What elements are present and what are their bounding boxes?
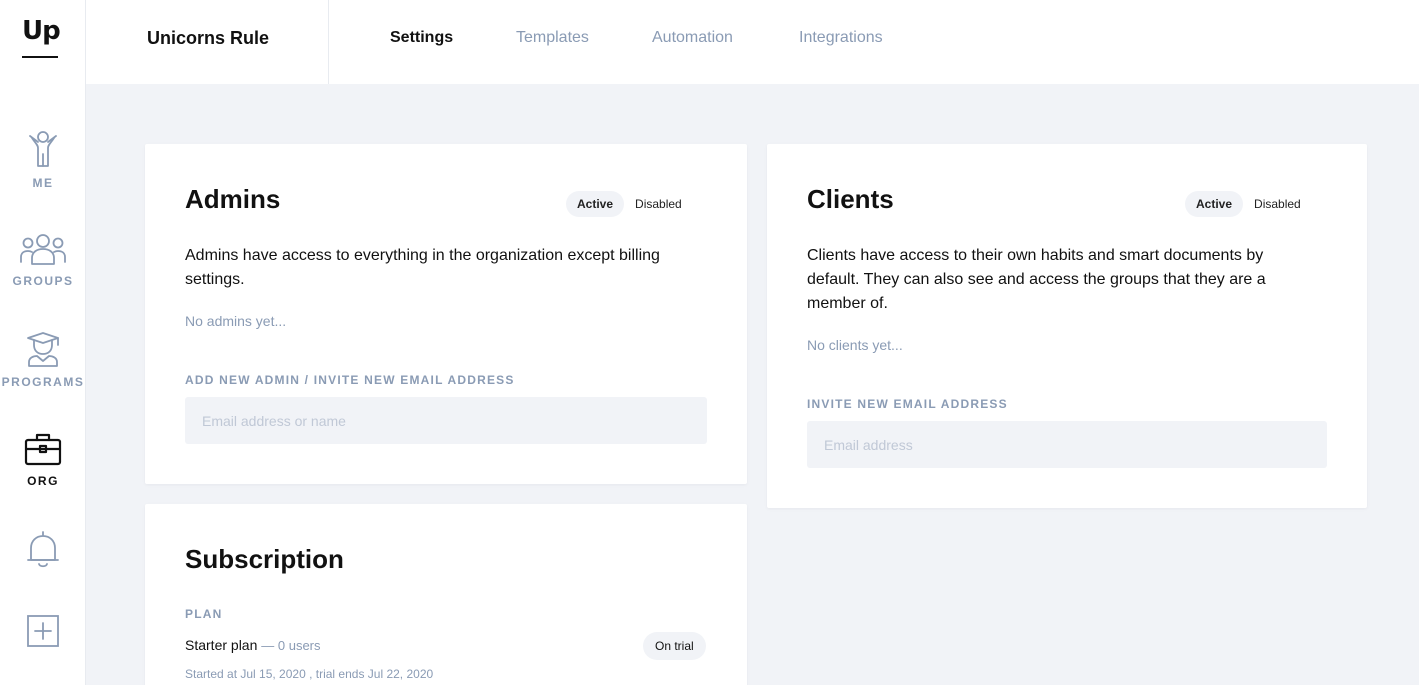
clients-empty-text: No clients yet... [807,337,903,353]
admins-empty-text: No admins yet... [185,313,287,329]
admins-status-toggle: Active Disabled [566,191,693,217]
toggle-disabled[interactable]: Disabled [1243,191,1312,217]
sidebar-item-org[interactable]: ORG [0,432,86,488]
sidebar-item-programs[interactable]: PROGRAMS [0,331,86,389]
plan-label: PLAN [185,607,223,621]
sidebar-item-label: ME [32,176,54,190]
bell-icon [27,531,59,568]
tab-settings[interactable]: Settings [390,29,453,47]
toggle-disabled[interactable]: Disabled [624,191,693,217]
admin-invite-label: ADD NEW ADMIN / INVITE NEW EMAIL ADDRESS [185,373,515,387]
clients-description: Clients have access to their own habits … [807,247,1266,312]
plan-users: — 0 users [261,638,321,653]
group-icon [20,234,66,265]
client-invite-input[interactable] [807,421,1327,468]
logo-underline [22,56,58,58]
sidebar-item-label: GROUPS [12,274,74,288]
graduate-icon [27,332,59,367]
plan-row: Starter plan — 0 users [185,637,321,653]
admins-card: Admins Active Disabled Admins have acces… [145,144,747,484]
card-title: Admins [185,184,281,214]
sidebar-item-groups[interactable]: GROUPS [0,232,86,288]
sidebar-item-label: ORG [27,474,59,488]
plan-dates: Started at Jul 15, 2020 , trial ends Jul… [185,667,434,681]
admin-invite-input[interactable] [185,397,707,444]
notifications-button[interactable] [0,530,86,568]
client-invite-label: INVITE NEW EMAIL ADDRESS [807,397,1008,411]
sidebar: Up ME GROUPS PROGRAMS ORG [0,0,86,685]
tab-integrations[interactable]: Integrations [799,29,883,47]
sidebar-item-label: PROGRAMS [1,375,85,389]
subscription-card: Subscription PLAN Starter plan — 0 users… [145,504,747,685]
toggle-active[interactable]: Active [566,191,625,217]
app: Up ME GROUPS PROGRAMS ORG Unicorns Rule … [0,0,1419,685]
plan-name: Starter plan [185,637,258,653]
plus-square-icon [27,615,59,647]
tab-templates[interactable]: Templates [516,29,589,47]
briefcase-icon [24,433,62,466]
org-name[interactable]: Unicorns Rule [86,0,329,84]
card-title: Subscription [185,544,344,574]
clients-card: Clients Active Disabled Clients have acc… [767,144,1367,508]
add-button[interactable] [0,614,86,648]
card-title: Clients [807,184,894,214]
admins-description: Admins have access to everything in the … [185,247,660,288]
sidebar-item-me[interactable]: ME [0,130,86,190]
status-badge: On trial [643,632,706,660]
app-logo[interactable]: Up [22,16,61,46]
top-header: Unicorns Rule Settings Templates Automat… [86,0,1419,84]
toggle-active[interactable]: Active [1185,191,1244,217]
tab-automation[interactable]: Automation [652,29,733,47]
person-icon [29,131,57,167]
clients-status-toggle: Active Disabled [1185,191,1312,217]
